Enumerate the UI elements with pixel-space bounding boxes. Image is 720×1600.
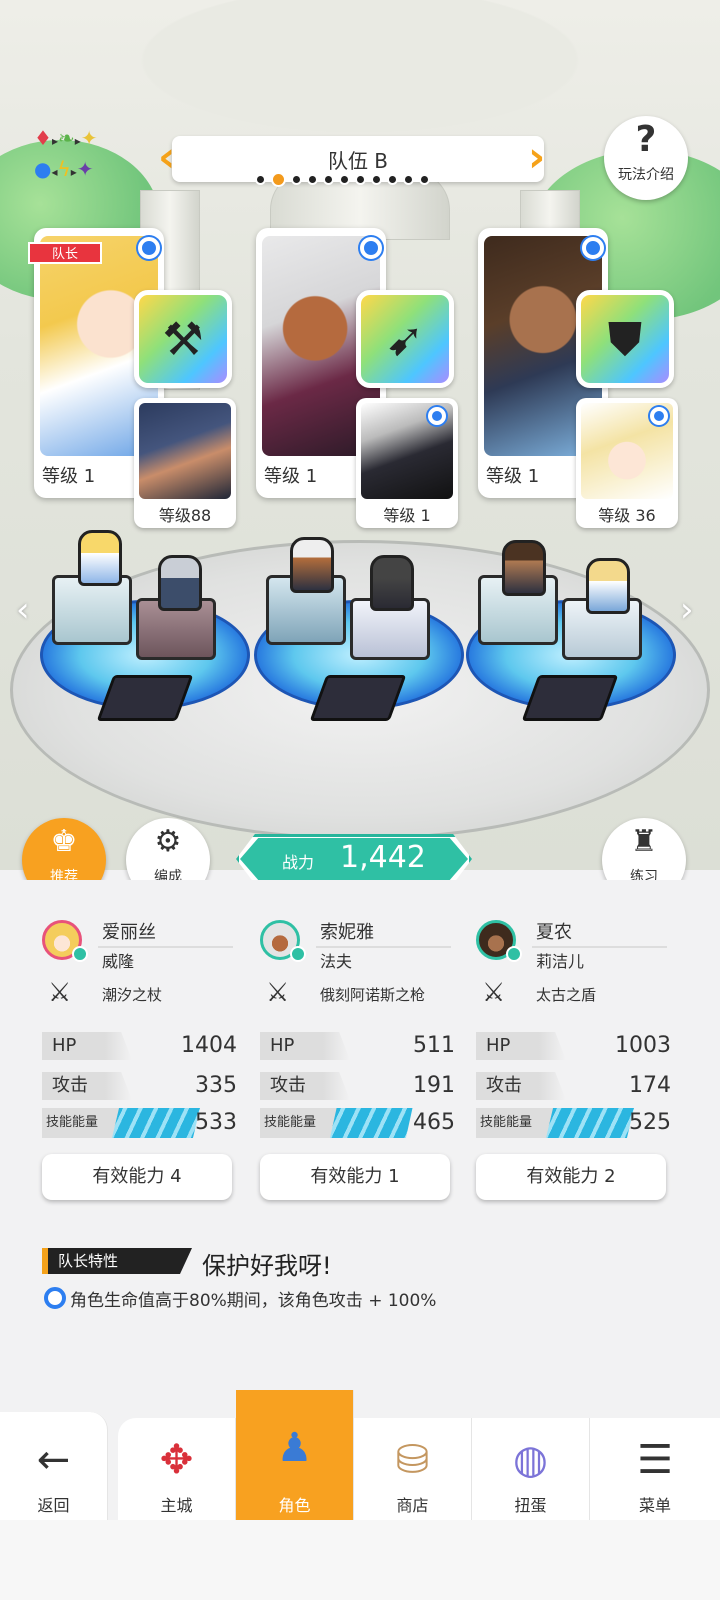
- atk-row: 攻击 335: [42, 1072, 237, 1100]
- nav-gacha[interactable]: ◍ 扭蛋: [472, 1418, 590, 1520]
- nav-character[interactable]: ♟ 角色: [236, 1390, 354, 1520]
- character-sprite-support-1[interactable]: [158, 555, 202, 611]
- question-mark-icon: ?: [635, 119, 657, 160]
- next-team-chevron-icon[interactable]: ›: [528, 132, 556, 186]
- element-water-icon: [428, 407, 446, 425]
- weapon-staff-icon[interactable]: ⚒: [134, 290, 232, 388]
- character-level: 等级 1: [42, 466, 96, 487]
- bottom-navigation: ← 返回 ✥ 主城 ♟ 角色 ⛁ 商店 ◍ 扭蛋 ☰ 菜单: [0, 1390, 720, 1520]
- party-stats-panel: 爱丽丝 威隆 ⚔ 潮汐之杖 HP 1404 攻击 335 技能能量 533 有效…: [0, 880, 720, 1400]
- energy-row: 技能能量 525: [476, 1108, 671, 1138]
- effective-ability-button[interactable]: 有效能力 1: [260, 1154, 450, 1200]
- weapon-shield-icon[interactable]: ⛊: [576, 290, 674, 388]
- energy-bar: [112, 1108, 200, 1138]
- weapon-slot-icon: ⚔: [482, 978, 506, 1008]
- hp-row: HP 1404: [42, 1032, 237, 1060]
- castle-icon: ✥: [159, 1437, 194, 1483]
- element-cycle-icon[interactable]: ♦▸❧▸✦ ●◂ϟ▸✦: [34, 124, 126, 188]
- scroll-left-arrow-icon[interactable]: ‹: [16, 590, 30, 630]
- recommend-icon: ♚: [50, 824, 78, 859]
- team-title: 队伍 B: [327, 149, 389, 173]
- character-sprite-support-2[interactable]: [370, 555, 414, 611]
- element-water-icon: [650, 407, 668, 425]
- element-water-icon: [582, 237, 604, 259]
- element-water-icon: [44, 1287, 66, 1309]
- support-card-1[interactable]: 等级88: [134, 398, 236, 528]
- element-badge-icon: [72, 946, 88, 962]
- training-dummy-icon: ♜: [630, 824, 658, 859]
- scroll-right-arrow-icon[interactable]: ›: [680, 590, 694, 630]
- atk-row: 攻击 174: [476, 1072, 671, 1100]
- leader-tag: 队长: [28, 242, 102, 264]
- nav-main-city[interactable]: ✥ 主城: [118, 1418, 236, 1520]
- weapon-spear-icon[interactable]: ➹: [356, 290, 454, 388]
- character-sprite-sonia[interactable]: [290, 537, 334, 593]
- bottom-safe-area: [0, 1520, 720, 1600]
- effective-ability-button[interactable]: 有效能力 4: [42, 1154, 232, 1200]
- element-water-icon: [360, 237, 382, 259]
- character-sprite-support-3[interactable]: [586, 558, 630, 614]
- hp-row: HP 1003: [476, 1032, 671, 1060]
- element-water-icon: [138, 237, 160, 259]
- atk-row: 攻击 191: [260, 1072, 455, 1100]
- nav-back[interactable]: ← 返回: [0, 1412, 108, 1520]
- effective-ability-button[interactable]: 有效能力 2: [476, 1154, 666, 1200]
- character-sprite-alice[interactable]: [78, 530, 122, 586]
- back-arrow-icon: ←: [36, 1437, 71, 1483]
- shop-bag-icon: ⛁: [395, 1437, 430, 1483]
- support-portrait-1: [139, 403, 231, 499]
- weapon-slot-icon: ⚔: [48, 978, 72, 1008]
- element-badge-icon: [506, 946, 522, 962]
- leader-trait-title: 保护好我呀!: [202, 1252, 332, 1280]
- team-page-dots[interactable]: [255, 172, 430, 187]
- energy-bar: [546, 1108, 634, 1138]
- menu-list-icon: ☰: [637, 1437, 673, 1483]
- energy-bar: [330, 1108, 413, 1138]
- leader-trait-description: 角色生命值高于80%期间，该角色攻击 + 100%: [70, 1291, 437, 1311]
- element-badge-icon: [290, 946, 306, 962]
- character-sprite-shannon[interactable]: [502, 540, 546, 596]
- person-gear-icon: ⚙: [154, 824, 182, 859]
- energy-row: 技能能量 465: [260, 1108, 455, 1138]
- energy-row: 技能能量 533: [42, 1108, 237, 1138]
- hp-row: HP 511: [260, 1032, 455, 1060]
- leader-trait-tag: 队长特性: [42, 1248, 192, 1274]
- nav-menu[interactable]: ☰ 菜单: [590, 1418, 720, 1520]
- help-button[interactable]: ? 玩法介绍: [604, 116, 688, 200]
- power-display: 战力 1,442: [240, 838, 468, 880]
- character-statue-icon: ♟: [276, 1425, 313, 1471]
- gacha-portal-icon: ◍: [513, 1437, 548, 1483]
- nav-shop[interactable]: ⛁ 商店: [354, 1418, 472, 1520]
- weapon-slot-icon: ⚔: [266, 978, 290, 1008]
